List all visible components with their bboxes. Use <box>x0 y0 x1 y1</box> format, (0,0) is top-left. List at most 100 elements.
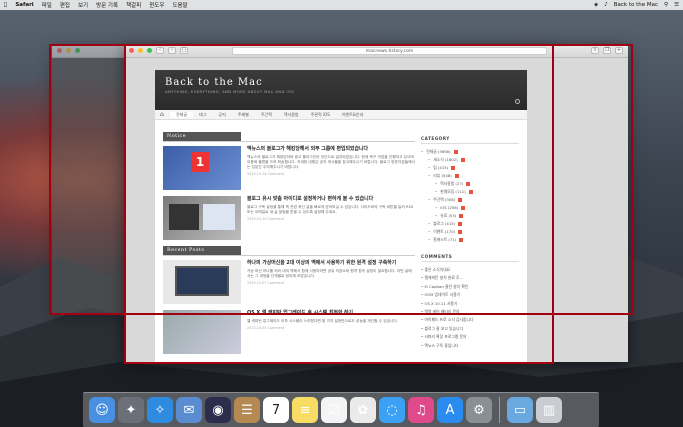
post-thumbnail[interactable] <box>163 196 241 240</box>
menu-safari[interactable]: Safari <box>15 2 33 8</box>
comment-item[interactable]: • OS X 10.11 사용기 <box>421 300 519 308</box>
new-badge-icon <box>460 158 465 162</box>
menu-bookmarks[interactable]: 책갈피 <box>126 1 141 9</box>
menubar-clock[interactable]: Back to the Mac <box>614 2 658 8</box>
bullet-icon: • <box>421 149 424 154</box>
nav-item[interactable]: 공지 <box>212 112 231 118</box>
new-tab-icon[interactable]: + <box>615 47 623 54</box>
nav-item[interactable]: 이벤트&안내 <box>336 112 370 118</box>
comment-item[interactable]: • 맥뉴스 구독 중입니다 <box>421 342 519 350</box>
category-item[interactable]: • 새소식 (1802) <box>421 156 519 164</box>
close-icon[interactable] <box>57 48 62 53</box>
comment-text: 블로그 잘 보고 있습니다 <box>424 325 464 331</box>
comment-text: El Capitan 클린 설치 확인 <box>424 283 469 289</box>
finder-icon[interactable]: ☺ <box>89 397 115 423</box>
post-thumbnail[interactable] <box>163 260 241 304</box>
category-label: 주간맥 (308) <box>433 197 456 202</box>
comment-item[interactable]: • 엘캐피탄 설치 완료 후... <box>421 274 519 282</box>
category-item[interactable]: • 판례모음 (111) <box>421 188 519 196</box>
messages-icon[interactable]: ◌ <box>379 397 405 423</box>
category-item[interactable]: • 유료 (53) <box>421 212 519 220</box>
category-item[interactable]: • 주간맥 (308) <box>421 196 519 204</box>
calendar-icon[interactable]: 7 <box>263 397 289 423</box>
safari-window[interactable]: ‹ › □ macnews.tistory.com ⇧ ❐ + Back to … <box>124 44 628 362</box>
notes-icon[interactable]: ≡ <box>292 397 318 423</box>
nav-item[interactable]: 주제별 <box>232 112 255 118</box>
comment-item[interactable]: • 사파리 확장 프로그램 문의 <box>421 333 519 341</box>
category-item[interactable]: • 리뷰 (548) <box>421 172 519 180</box>
launchpad-icon[interactable]: ✦ <box>118 397 144 423</box>
notification-center-icon[interactable]: ☰ <box>674 2 679 8</box>
post-title[interactable]: 맥뉴스의 블로그가 해킹당해서 외부 그룹에 편입되었습니다 <box>247 146 415 152</box>
minimize-icon[interactable] <box>138 48 143 53</box>
screenshot-icon <box>203 204 235 230</box>
close-icon[interactable] <box>129 48 134 53</box>
preferences-icon[interactable]: ⚙ <box>466 397 492 423</box>
safari-icon[interactable]: ✧ <box>147 397 173 423</box>
post-title[interactable]: 블로그 유시 맞춤 아이디로 설정하거나 편하게 볼 수 있습니다 <box>247 196 415 202</box>
category-item[interactable]: • 팁 (415) <box>421 164 519 172</box>
comment-item[interactable]: • iOS9 업데이트 사용기 <box>421 291 519 299</box>
nav-item[interactable]: 주관적 iOS <box>305 112 336 118</box>
list-item[interactable]: OS X 엘 캐피탄 업그레이드 후 시스템 최적화 하기 엘 캐피탄 업그레이… <box>163 310 415 354</box>
sidebar-icon[interactable]: □ <box>180 47 188 54</box>
nav-item[interactable]: 태그 <box>193 112 212 118</box>
menu-file[interactable]: 파일 <box>42 1 52 9</box>
menu-history[interactable]: 방문 기록 <box>96 1 118 9</box>
nav-item[interactable]: 전체글 <box>170 111 194 118</box>
category-item[interactable]: • iOS (256) <box>421 204 519 212</box>
volume-icon[interactable]: ♪ <box>604 2 608 8</box>
share-icon[interactable]: ⇧ <box>591 47 599 54</box>
post-title[interactable]: 하나의 가상머신을 2대 이상의 맥에서 사용하기 위한 원격 설정 구축하기 <box>247 260 415 266</box>
post-title[interactable]: OS X 엘 캐피탄 업그레이드 후 시스템 최적화 하기 <box>247 310 398 316</box>
apple-icon[interactable]:  <box>4 2 7 8</box>
new-badge-icon <box>458 230 463 234</box>
comment-item[interactable]: • 아이패드 프로 소식 감사합니다 <box>421 316 519 324</box>
trash-icon[interactable]: ▥ <box>536 397 562 423</box>
forward-icon[interactable]: › <box>168 47 176 54</box>
post-excerpt: 맥뉴스의 블로그가 해킹당하여 광고 플러그인이 무단으로 설치되었습니다. 현… <box>247 155 415 169</box>
category-item[interactable]: • 블로그 (415) <box>421 220 519 228</box>
nav-item[interactable]: 맥사용법 <box>278 112 305 118</box>
siri-icon[interactable]: ◉ <box>205 397 231 423</box>
itunes-icon[interactable]: ♫ <box>408 397 434 423</box>
category-item[interactable]: • 이벤트 (170) <box>421 228 519 236</box>
new-badge-icon <box>454 174 459 178</box>
site-title[interactable]: Back to the Mac <box>165 77 517 88</box>
category-item[interactable]: • 맥사용법 (27) <box>421 180 519 188</box>
list-item[interactable]: 하나의 가상머신을 2대 이상의 맥에서 사용하기 위한 원격 설정 구축하기 … <box>163 260 415 304</box>
zoom-icon[interactable] <box>147 48 152 53</box>
contacts-icon[interactable]: ☰ <box>234 397 260 423</box>
new-badge-icon <box>459 238 464 242</box>
menu-window[interactable]: 윈도우 <box>149 1 164 9</box>
photos-icon[interactable]: ✿ <box>350 397 376 423</box>
post-thumbnail[interactable]: 1 <box>163 146 241 190</box>
search-icon[interactable] <box>515 99 520 104</box>
spotlight-icon[interactable]: ⚲ <box>664 2 668 8</box>
comment-item[interactable]: • 좋은 소식이네요 <box>421 266 519 274</box>
nav-item[interactable]: 주간맥 <box>255 112 278 118</box>
category-item[interactable]: • 팟캐스트 (71) <box>421 236 519 244</box>
home-icon[interactable]: ⌂ <box>160 111 170 118</box>
list-item[interactable]: 1 맥뉴스의 블로그가 해킹당해서 외부 그룹에 편입되었습니다 맥뉴스의 블로… <box>163 146 415 190</box>
appstore-icon[interactable]: A <box>437 397 463 423</box>
list-item[interactable]: 블로그 유시 맞춤 아이디로 설정하거나 편하게 볼 수 있습니다 블로그 구독… <box>163 196 415 240</box>
back-icon[interactable]: ‹ <box>156 47 164 54</box>
category-label: 팁 (415) <box>433 165 449 170</box>
folder-icon[interactable]: ▭ <box>507 397 533 423</box>
comment-item[interactable]: • El Capitan 클린 설치 확인 <box>421 283 519 291</box>
zoom-icon[interactable] <box>75 48 80 53</box>
minimize-icon[interactable] <box>66 48 71 53</box>
post-thumbnail[interactable] <box>163 310 241 354</box>
wifi-icon[interactable]: ◈ <box>594 2 598 8</box>
tabs-icon[interactable]: ❐ <box>603 47 611 54</box>
reminders-icon[interactable]: ☑ <box>321 397 347 423</box>
comment-item[interactable]: • 맥북 에어 배터리 문의 <box>421 308 519 316</box>
address-bar[interactable]: macnews.tistory.com <box>232 46 547 55</box>
menu-edit[interactable]: 편집 <box>60 1 70 9</box>
menu-view[interactable]: 보기 <box>78 1 88 9</box>
comment-item[interactable]: • 블로그 잘 보고 있습니다 <box>421 325 519 333</box>
mail-icon[interactable]: ✉ <box>176 397 202 423</box>
menu-help[interactable]: 도움말 <box>172 1 187 9</box>
category-item[interactable]: • 전체글 (3698) <box>421 148 519 156</box>
